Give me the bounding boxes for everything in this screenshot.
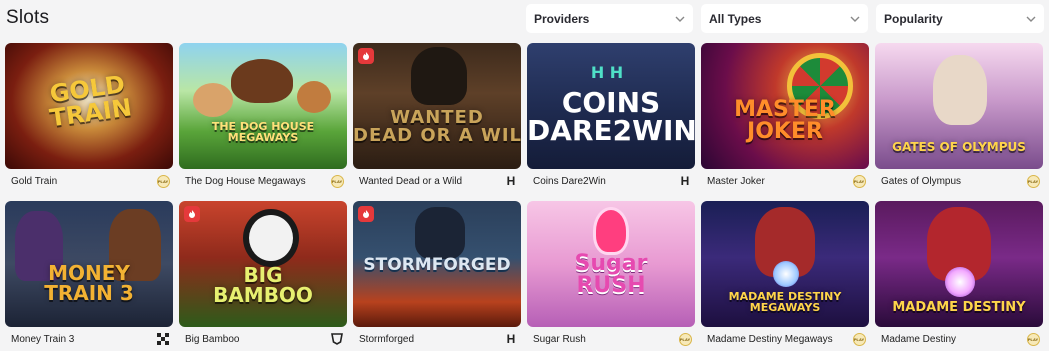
- game-logo: MASTER JOKER: [734, 97, 836, 144]
- game-card-master-joker[interactable]: MASTER JOKER Master Joker PLAY: [701, 43, 869, 201]
- hot-badge: [358, 206, 374, 222]
- game-card-wanted-dead-or-a-wild[interactable]: WANTED DEAD OR A WILD Wanted Dead or a W…: [353, 43, 521, 201]
- game-title: Master Joker: [707, 175, 765, 187]
- game-title: Gates of Olympus: [881, 175, 962, 187]
- chevron-down-icon: [1026, 16, 1036, 22]
- game-thumbnail[interactable]: WANTED DEAD OR A WILD: [353, 43, 521, 169]
- game-logo: THE DOG HOUSE MEGAWAYS: [211, 120, 315, 144]
- hot-badge: [358, 48, 374, 64]
- game-card-madame-destiny-megaways[interactable]: MADAME DESTINY MEGAWAYS Madame Destiny M…: [701, 201, 869, 351]
- game-thumbnail[interactable]: MASTER JOKER: [701, 43, 869, 169]
- game-title: The Dog House Megaways: [185, 175, 306, 187]
- game-logo: COINS DARE2WIN: [527, 86, 695, 147]
- pragmatic-play-icon: PLAY: [1026, 332, 1040, 346]
- chevron-down-icon: [850, 16, 860, 22]
- game-card-big-bamboo[interactable]: BIG BAMBOO Big Bamboo: [179, 201, 347, 351]
- game-logo: STORMFORGED: [363, 255, 511, 275]
- game-thumbnail[interactable]: THE DOG HOUSE MEGAWAYS: [179, 43, 347, 169]
- game-thumbnail[interactable]: GATES OF OLYMPUS: [875, 43, 1043, 169]
- game-logo: GATES OF OLYMPUS: [892, 140, 1026, 154]
- game-logo: MADAME DESTINY MEGAWAYS: [728, 290, 842, 314]
- hacksaw-icon: H: [506, 332, 516, 346]
- game-card-sugar-rush[interactable]: Sugar RUSH Sugar Rush PLAY: [527, 201, 695, 351]
- flame-icon: [189, 210, 195, 218]
- game-thumbnail[interactable]: MADAME DESTINY: [875, 201, 1043, 327]
- game-title: Wanted Dead or a Wild: [359, 175, 463, 187]
- game-thumbnail[interactable]: GOLD TRAIN: [5, 43, 173, 169]
- game-logo: MADAME DESTINY: [892, 300, 1026, 315]
- sort-dropdown-label: Popularity: [884, 11, 943, 26]
- chevron-down-icon: [675, 16, 685, 22]
- pragmatic-play-icon: PLAY: [330, 174, 344, 188]
- game-logo: MONEY TRAIN 3: [44, 261, 134, 305]
- game-title: Madame Destiny Megaways: [707, 333, 833, 345]
- game-grid: GOLD TRAIN Gold Train PLAY THE DOG HOUSE…: [5, 43, 1043, 351]
- game-card-dog-house-megaways[interactable]: THE DOG HOUSE MEGAWAYS The Dog House Meg…: [179, 43, 347, 201]
- game-thumbnail[interactable]: H H COINS DARE2WIN: [527, 43, 695, 169]
- slots-header: Slots Providers All Types Popularity: [0, 0, 1049, 38]
- game-thumbnail[interactable]: MADAME DESTINY MEGAWAYS: [701, 201, 869, 327]
- game-thumbnail[interactable]: MONEY TRAIN 3: [5, 201, 173, 327]
- pragmatic-play-icon: PLAY: [852, 174, 866, 188]
- push-gaming-icon: [330, 332, 344, 346]
- sort-dropdown[interactable]: Popularity: [876, 4, 1044, 33]
- game-logo: BIG BAMBOO: [213, 263, 313, 307]
- game-card-money-train-3[interactable]: MONEY TRAIN 3 Money Train 3: [5, 201, 173, 351]
- pragmatic-play-icon: PLAY: [678, 332, 692, 346]
- game-title: Gold Train: [11, 175, 58, 187]
- game-card-gold-train[interactable]: GOLD TRAIN Gold Train PLAY: [5, 43, 173, 201]
- types-dropdown[interactable]: All Types: [701, 4, 868, 33]
- game-card-coins-dare2win[interactable]: H H COINS DARE2WIN Coins Dare2Win H: [527, 43, 695, 201]
- game-thumbnail[interactable]: STORMFORGED: [353, 201, 521, 327]
- game-card-madame-destiny[interactable]: MADAME DESTINY Madame Destiny PLAY: [875, 201, 1043, 351]
- game-card-gates-of-olympus[interactable]: GATES OF OLYMPUS Gates of Olympus PLAY: [875, 43, 1043, 201]
- game-thumbnail[interactable]: Sugar RUSH: [527, 201, 695, 327]
- flame-icon: [363, 210, 369, 218]
- pragmatic-play-icon: PLAY: [156, 174, 170, 188]
- hacksaw-icon: H: [506, 174, 516, 188]
- game-logo: WANTED DEAD OR A WILD: [353, 107, 521, 146]
- game-title: Money Train 3: [11, 333, 75, 345]
- game-logo: Sugar RUSH: [574, 251, 648, 298]
- page-title: Slots: [6, 7, 50, 28]
- providers-dropdown[interactable]: Providers: [526, 4, 693, 33]
- pragmatic-play-icon: PLAY: [1026, 174, 1040, 188]
- flame-icon: [363, 52, 369, 60]
- types-dropdown-label: All Types: [709, 11, 762, 26]
- game-title: Stormforged: [359, 333, 415, 345]
- providers-dropdown-label: Providers: [534, 11, 590, 26]
- pragmatic-play-icon: PLAY: [852, 332, 866, 346]
- game-title: Big Bamboo: [185, 333, 240, 345]
- game-title: Coins Dare2Win: [533, 175, 606, 187]
- game-card-stormforged[interactable]: STORMFORGED Stormforged H: [353, 201, 521, 351]
- hacksaw-icon: H: [680, 174, 690, 188]
- game-thumbnail[interactable]: BIG BAMBOO: [179, 201, 347, 327]
- relax-gaming-icon: [156, 332, 170, 346]
- game-title: Sugar Rush: [533, 333, 586, 345]
- hot-badge: [184, 206, 200, 222]
- game-title: Madame Destiny: [881, 333, 957, 345]
